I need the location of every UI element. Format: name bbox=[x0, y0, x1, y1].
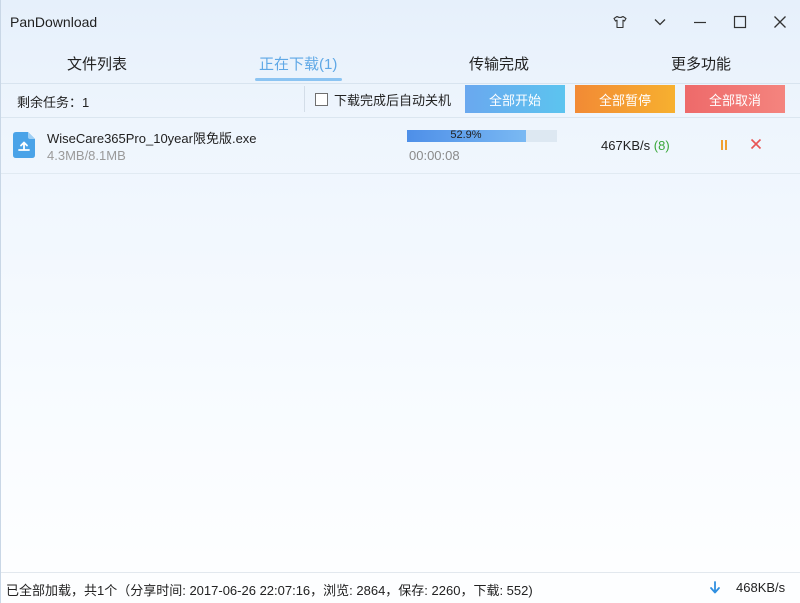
title-bar: PanDownload bbox=[1, 0, 800, 44]
status-text: 已全部加载，共1个（分享时间: 2017-06-26 22:07:16，浏览: … bbox=[6, 583, 533, 598]
pause-icon[interactable] bbox=[717, 138, 731, 152]
maximize-button[interactable] bbox=[725, 8, 755, 36]
maximize-icon bbox=[733, 15, 747, 29]
progress-percent: 52.9% bbox=[450, 129, 482, 141]
close-icon bbox=[774, 16, 786, 28]
app-window: PanDownload 文件列表 正在下载(1) 传输完成 更多功能 剩余任务：… bbox=[0, 0, 800, 603]
skin-icon bbox=[613, 15, 627, 29]
progress-bar: 52.9% bbox=[407, 129, 557, 142]
minimize-button[interactable] bbox=[685, 8, 715, 36]
elapsed-time: 00:00:08 bbox=[409, 148, 460, 163]
download-row[interactable]: WiseCare365Pro_10year限免版.exe 4.3MB/8.1MB… bbox=[1, 118, 800, 173]
file-size-progress: 4.3MB/8.1MB bbox=[47, 148, 126, 163]
start-all-button[interactable]: 全部开始 bbox=[465, 85, 565, 113]
status-bar: 已全部加载，共1个（分享时间: 2017-06-26 22:07:16，浏览: … bbox=[1, 572, 800, 603]
tab-file-list[interactable]: 文件列表 bbox=[67, 53, 127, 74]
tab-downloading[interactable]: 正在下载(1) bbox=[259, 53, 337, 74]
minimize-icon bbox=[694, 21, 706, 24]
chevron-down-icon bbox=[654, 19, 666, 26]
remove-icon[interactable] bbox=[749, 137, 763, 151]
app-title: PanDownload bbox=[10, 14, 98, 30]
menu-dropdown-button[interactable] bbox=[645, 8, 675, 36]
divider bbox=[1, 173, 800, 174]
download-speed: 467KB/s (8) bbox=[601, 138, 670, 153]
close-button[interactable] bbox=[765, 8, 795, 36]
active-tab-indicator bbox=[255, 78, 342, 81]
divider bbox=[1, 83, 800, 84]
total-speed: 468KB/s bbox=[736, 580, 786, 595]
connection-count: (8) bbox=[653, 138, 670, 153]
remaining-tasks: 剩余任务：1 bbox=[17, 95, 90, 110]
download-arrow-icon bbox=[710, 581, 720, 594]
divider bbox=[304, 86, 305, 112]
file-name: WiseCare365Pro_10year限免版.exe bbox=[47, 131, 257, 146]
tab-bar: 文件列表 正在下载(1) 传输完成 更多功能 bbox=[1, 44, 800, 82]
auto-shutdown-label: 下载完成后自动关机 bbox=[334, 93, 452, 108]
tab-more-features[interactable]: 更多功能 bbox=[671, 53, 731, 74]
skin-button[interactable] bbox=[605, 8, 635, 36]
cancel-all-button[interactable]: 全部取消 bbox=[685, 85, 785, 113]
pause-all-button[interactable]: 全部暂停 bbox=[575, 85, 675, 113]
speed-value: 467KB/s bbox=[601, 138, 651, 153]
tab-completed[interactable]: 传输完成 bbox=[469, 53, 529, 74]
auto-shutdown-checkbox[interactable] bbox=[315, 93, 328, 106]
auto-shutdown-option[interactable]: 下载完成后自动关机 bbox=[315, 90, 451, 109]
cloud-upload-file-icon bbox=[13, 132, 35, 158]
